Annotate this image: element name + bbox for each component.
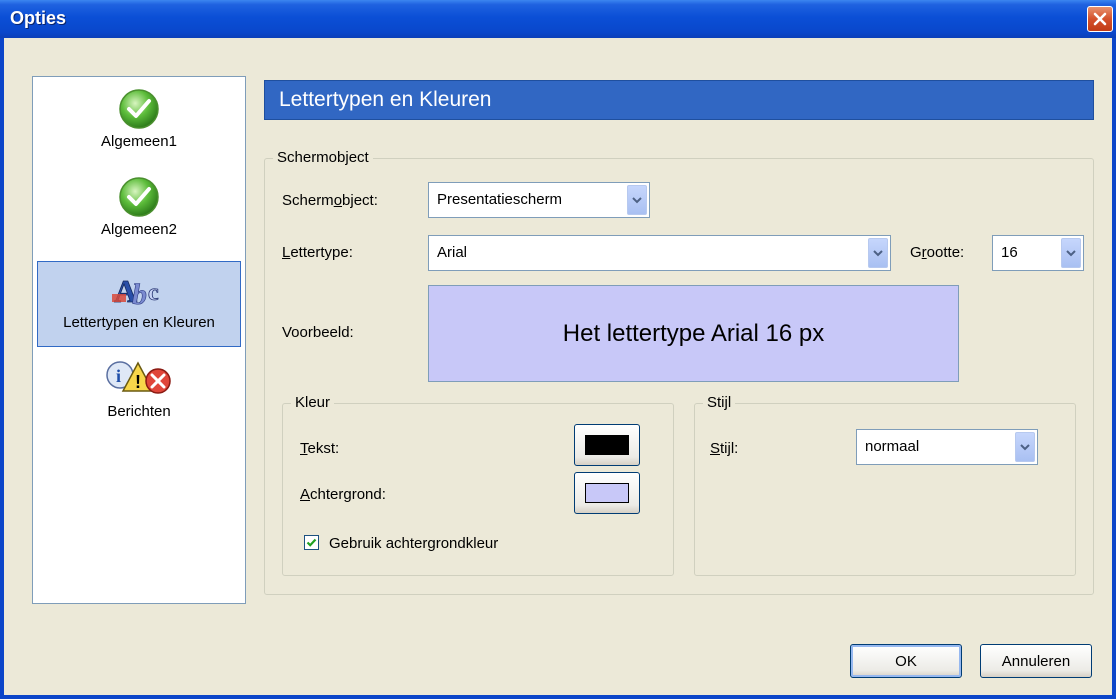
checkmark-icon (306, 538, 317, 547)
font-select[interactable]: Arial (428, 235, 891, 271)
use-background-checkbox[interactable] (304, 535, 319, 550)
style-label: Stijl: (710, 440, 739, 457)
close-icon (1093, 12, 1107, 26)
style-value: normaal (865, 438, 920, 455)
svg-text:c: c (148, 280, 159, 306)
text-color-label: Tekst: (300, 440, 340, 457)
sidebar-item-label: Algemeen2 (101, 221, 177, 238)
text-color-button[interactable] (574, 424, 640, 466)
text-color-swatch (585, 435, 629, 455)
size-label: Grootte: (910, 244, 965, 261)
svg-text:b: b (132, 278, 147, 311)
size-value: 16 (1001, 244, 1018, 261)
size-select[interactable]: 16 (992, 235, 1084, 271)
use-background-label: Gebruik achtergrondkleur (329, 535, 499, 552)
category-sidebar: Algemeen1 Algemeen2 A b c Lettertypen en… (32, 76, 246, 604)
messages-icon: i ! (106, 361, 171, 394)
title-bar[interactable]: Opties (0, 0, 1116, 38)
background-color-button[interactable] (574, 472, 640, 514)
sidebar-item-label: Berichten (107, 403, 171, 420)
chevron-down-icon (1020, 444, 1030, 451)
preview-label: Voorbeeld: (282, 324, 354, 341)
chevron-down-icon (873, 250, 883, 257)
sidebar-item-algemeen2[interactable]: Algemeen2 (37, 169, 241, 255)
chevron-down-icon (632, 197, 642, 204)
sidebar-item-lettertypen[interactable]: A b c Lettertypen en Kleuren (37, 261, 241, 347)
style-select[interactable]: normaal (856, 429, 1038, 465)
sidebar-item-algemeen1[interactable]: Algemeen1 (37, 81, 241, 167)
background-color-swatch (585, 483, 629, 503)
chevron-down-icon (1066, 250, 1076, 257)
svg-text:i: i (116, 366, 121, 386)
group-legend: Kleur (291, 394, 335, 411)
cancel-button[interactable]: Annuleren (980, 644, 1092, 678)
window-title: Opties (10, 8, 67, 28)
close-button[interactable] (1087, 6, 1113, 32)
dropdown-button[interactable] (1061, 238, 1081, 268)
dropdown-button[interactable] (627, 185, 647, 215)
fonts-icon: A b c (112, 273, 159, 311)
background-color-label: Achtergrond: (300, 486, 386, 503)
sidebar-item-berichten[interactable]: i ! Berichten (37, 351, 241, 437)
screen-object-value: Presentatiescherm (437, 191, 563, 208)
font-preview: Het lettertype Arial 16 px (428, 285, 959, 382)
page-title: Lettertypen en Kleuren (279, 88, 492, 111)
group-legend: Stijl (703, 394, 736, 411)
ok-button[interactable]: OK (850, 644, 962, 678)
screen-object-select[interactable]: Presentatiescherm (428, 182, 650, 218)
check-icon (119, 177, 159, 217)
svg-text:!: ! (135, 372, 141, 392)
sidebar-item-label: Lettertypen en Kleuren (63, 314, 215, 331)
check-icon (119, 89, 159, 129)
section-header: Lettertypen en Kleuren (264, 80, 1094, 120)
options-dialog: Opties Algemeen1 Algemeen2 A b c Lettert… (0, 0, 1116, 699)
group-legend: Schermobject (273, 149, 373, 166)
font-label: Lettertype: (282, 244, 353, 261)
dropdown-button[interactable] (868, 238, 888, 268)
font-value: Arial (437, 244, 468, 261)
dropdown-button[interactable] (1015, 432, 1035, 462)
sidebar-item-label: Algemeen1 (101, 133, 177, 150)
screen-object-label: Schermobject: (282, 192, 378, 209)
